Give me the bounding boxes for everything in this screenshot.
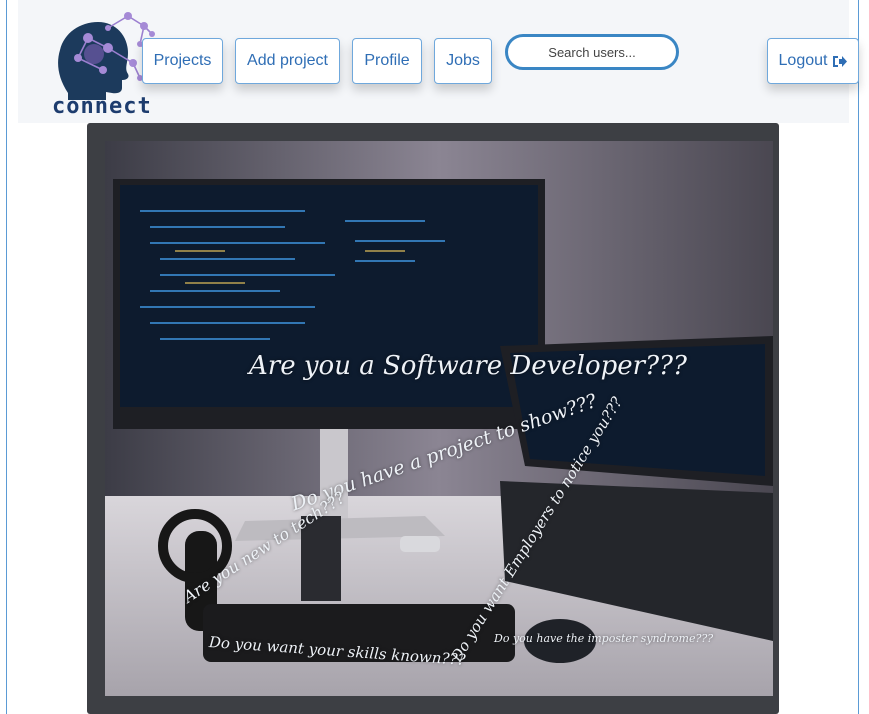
search-users-input[interactable]: [505, 34, 679, 70]
add-project-button[interactable]: Add project: [235, 38, 340, 84]
workspace-photo: [105, 141, 773, 696]
hero-tagline-developer: Are you a Software Developer???: [249, 351, 687, 381]
logo-text: connect: [52, 94, 152, 119]
hero-image: Are you a Software Developer??? Do you h…: [105, 141, 773, 696]
logout-label: Logout: [778, 52, 828, 69]
sign-out-icon: [833, 55, 848, 67]
profile-button[interactable]: Profile: [352, 38, 422, 84]
logout-button[interactable]: Logout: [767, 38, 859, 84]
projects-button[interactable]: Projects: [142, 38, 223, 84]
jobs-button[interactable]: Jobs: [434, 38, 492, 84]
hero-tagline-imposter: Do you have the imposter syndrome???: [494, 632, 714, 645]
